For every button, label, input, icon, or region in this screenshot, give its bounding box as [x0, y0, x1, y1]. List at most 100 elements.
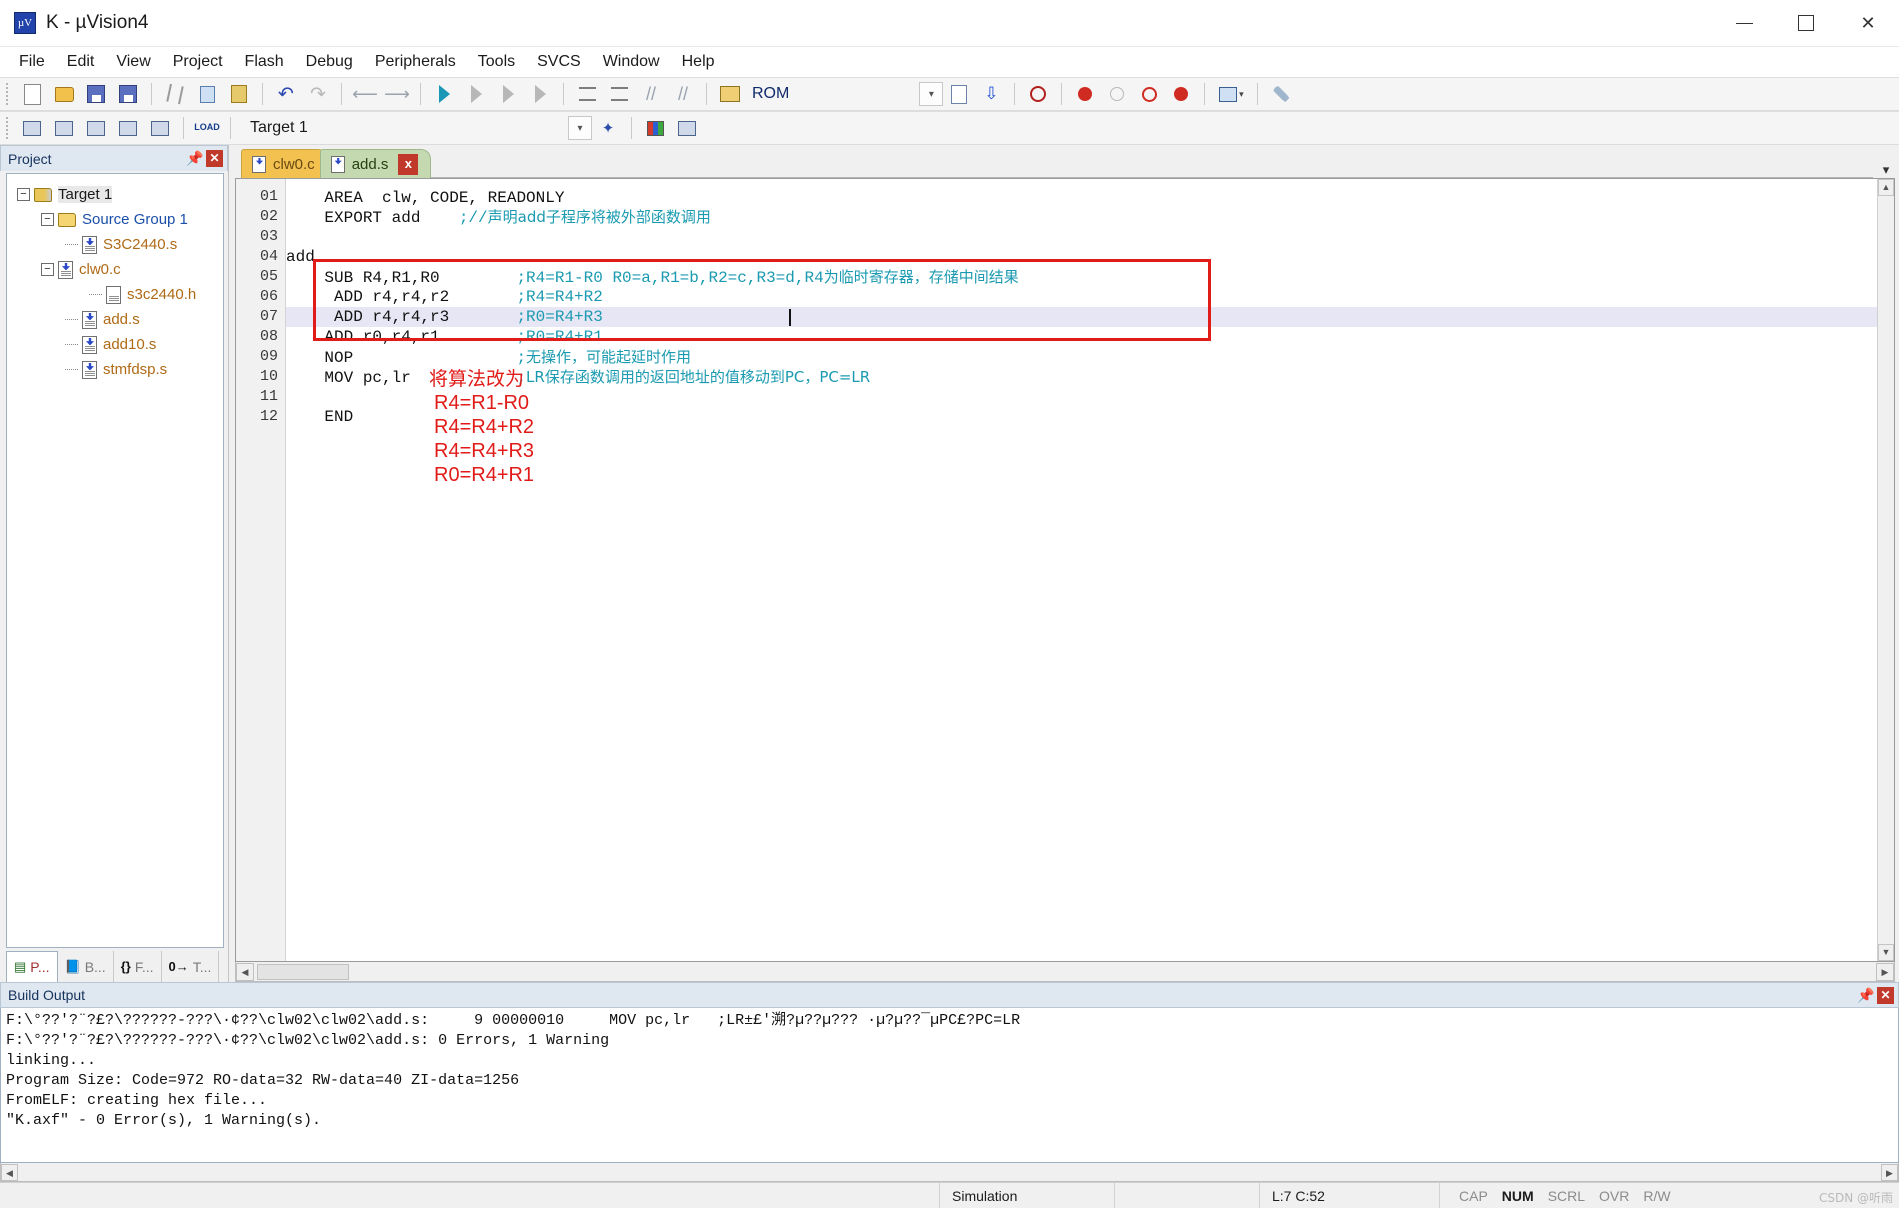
tree-node-source-group-1[interactable]: − Source Group 1	[7, 207, 223, 232]
line-number: 08	[259, 328, 278, 345]
navigate-forward-button[interactable]: ⟶	[382, 80, 412, 108]
indent-button[interactable]	[572, 80, 602, 108]
build-output-text[interactable]: F:\°??'?¨?£?\??????-???\·¢??\clw02\clw02…	[0, 1008, 1899, 1163]
build-output-close-button[interactable]: ✕	[1877, 986, 1894, 1004]
prev-bookmark-button[interactable]	[461, 80, 491, 108]
configure-button[interactable]	[944, 80, 974, 108]
paste-button[interactable]	[224, 80, 254, 108]
build-button[interactable]	[49, 114, 79, 142]
pin-icon[interactable]: 📌	[186, 150, 203, 167]
menu-item-debug[interactable]: Debug	[295, 50, 364, 74]
save-all-button[interactable]	[113, 80, 143, 108]
tab-templates[interactable]: 0→ T...	[162, 951, 220, 982]
target-options-button[interactable]: ✦	[593, 114, 623, 142]
menu-item-edit[interactable]: Edit	[56, 50, 106, 74]
tab-functions[interactable]: {} F...	[114, 951, 162, 982]
project-panel-close-button[interactable]: ✕	[206, 150, 223, 167]
scroll-thumb[interactable]	[257, 963, 349, 980]
copy-button[interactable]	[192, 80, 222, 108]
insert-breakpoint-button[interactable]	[1070, 80, 1100, 108]
expander-icon[interactable]: −	[41, 213, 54, 226]
minimize-button[interactable]	[1713, 0, 1775, 46]
menu-item-file[interactable]: File	[8, 50, 56, 74]
editor-tab-clw0-c[interactable]: clw0.c	[241, 149, 328, 178]
build-output-horizontal-scrollbar[interactable]: ◀ ▶	[0, 1163, 1899, 1182]
manage-components-button[interactable]	[640, 114, 670, 142]
target-dropdown[interactable]: ▾	[568, 116, 592, 140]
undo-button[interactable]: ↶	[271, 80, 301, 108]
batch-build-button[interactable]	[113, 114, 143, 142]
tab-project[interactable]: ▤ P...	[6, 951, 58, 982]
manage-windows-button[interactable]: ▾	[1213, 80, 1249, 108]
tree-node-stmfdsp-s[interactable]: stmfdsp.s	[7, 357, 223, 382]
project-tree[interactable]: − Target 1 − Source Group 1 S3C2440.s −	[6, 173, 224, 948]
kill-breakpoints-button[interactable]	[1134, 80, 1164, 108]
expander-icon[interactable]: −	[41, 263, 54, 276]
menu-item-tools[interactable]: Tools	[467, 50, 526, 74]
editor-tab-close-button[interactable]: x	[398, 153, 419, 175]
menu-item-peripherals[interactable]: Peripherals	[364, 50, 467, 74]
stop-build-button[interactable]	[145, 114, 175, 142]
line-number: 02	[259, 208, 278, 225]
open-file-button[interactable]	[49, 80, 79, 108]
toolbar-grip[interactable]	[6, 117, 10, 139]
editor-tab-add-s[interactable]: add.s x	[319, 149, 432, 178]
tree-node-add10-s[interactable]: add10.s	[7, 332, 223, 357]
download-to-flash-button[interactable]: LOAD	[192, 114, 222, 142]
comment-button[interactable]: //	[636, 80, 666, 108]
tree-node-s3c2440-s[interactable]: S3C2440.s	[7, 232, 223, 257]
tree-node-s3c2440-h[interactable]: s3c2440.h	[7, 282, 223, 307]
clear-bookmarks-button[interactable]	[525, 80, 555, 108]
scroll-right-button[interactable]: ▶	[1876, 962, 1894, 981]
target-selector[interactable]: Target 1	[250, 119, 450, 137]
debug-start-button[interactable]	[1023, 80, 1053, 108]
navigate-back-button[interactable]: ⟵	[350, 80, 380, 108]
editor-frame[interactable]: 01 02 03 04 05 06 07 08 09 10 11 12 AREA…	[235, 178, 1895, 962]
download-button[interactable]: ⇩	[976, 80, 1006, 108]
disable-all-breakpoints-button[interactable]	[1166, 80, 1196, 108]
translate-button[interactable]	[17, 114, 47, 142]
close-button[interactable]: ✕	[1837, 0, 1899, 46]
window-layout-icon	[1219, 86, 1238, 102]
tree-node-target1[interactable]: − Target 1	[7, 182, 223, 207]
maximize-button[interactable]	[1775, 0, 1837, 46]
tree-node-clw0-c[interactable]: − clw0.c	[7, 257, 223, 282]
editor-vertical-scrollbar[interactable]: ▲ ▼	[1877, 179, 1894, 961]
scroll-right-button[interactable]: ▶	[1881, 1163, 1898, 1181]
menu-item-svcs[interactable]: SVCS	[526, 50, 592, 74]
toggle-bookmark-button[interactable]	[429, 80, 459, 108]
outdent-button[interactable]	[604, 80, 634, 108]
scroll-left-button[interactable]: ◀	[236, 962, 254, 981]
scroll-left-button[interactable]: ◀	[1, 1163, 18, 1181]
code-text: ADD r4,r4,r2	[286, 288, 450, 306]
disable-breakpoint-button[interactable]	[1102, 80, 1132, 108]
uncomment-button[interactable]: //	[668, 80, 698, 108]
rebuild-button[interactable]	[81, 114, 111, 142]
new-file-button[interactable]	[17, 80, 47, 108]
toolbar-grip[interactable]	[6, 83, 10, 105]
menu-item-help[interactable]: Help	[671, 50, 726, 74]
menu-item-project[interactable]: Project	[162, 50, 234, 74]
pin-icon[interactable]: 📌	[1857, 987, 1874, 1004]
menu-item-flash[interactable]: Flash	[234, 50, 295, 74]
expander-icon[interactable]: −	[17, 188, 30, 201]
scroll-down-button[interactable]: ▼	[1878, 944, 1894, 961]
tab-books[interactable]: 📘 B...	[58, 951, 114, 982]
editor-horizontal-scrollbar[interactable]: ◀ ▶	[235, 962, 1895, 982]
redo-button[interactable]: ↷	[303, 80, 333, 108]
code-pane[interactable]: AREA clw, CODE, READONLY EXPORT add ;//声…	[286, 179, 1894, 961]
editor-tab-list-button[interactable]: ▾	[1873, 162, 1899, 178]
rom-dropdown[interactable]: ▾	[919, 82, 944, 106]
configuration-wizard-button[interactable]	[1266, 80, 1296, 108]
memory-region-button[interactable]	[715, 80, 745, 108]
menu-item-window[interactable]: Window	[592, 50, 671, 74]
arrow-left-icon: ⟵	[352, 83, 378, 104]
save-button[interactable]	[81, 80, 111, 108]
next-bookmark-button[interactable]	[493, 80, 523, 108]
manage-multi-project-button[interactable]	[672, 114, 702, 142]
scroll-up-button[interactable]: ▲	[1878, 179, 1894, 196]
menu-item-view[interactable]: View	[105, 50, 161, 74]
toolbar-separator	[262, 83, 263, 105]
cut-button[interactable]	[160, 80, 190, 108]
tree-node-add-s[interactable]: add.s	[7, 307, 223, 332]
